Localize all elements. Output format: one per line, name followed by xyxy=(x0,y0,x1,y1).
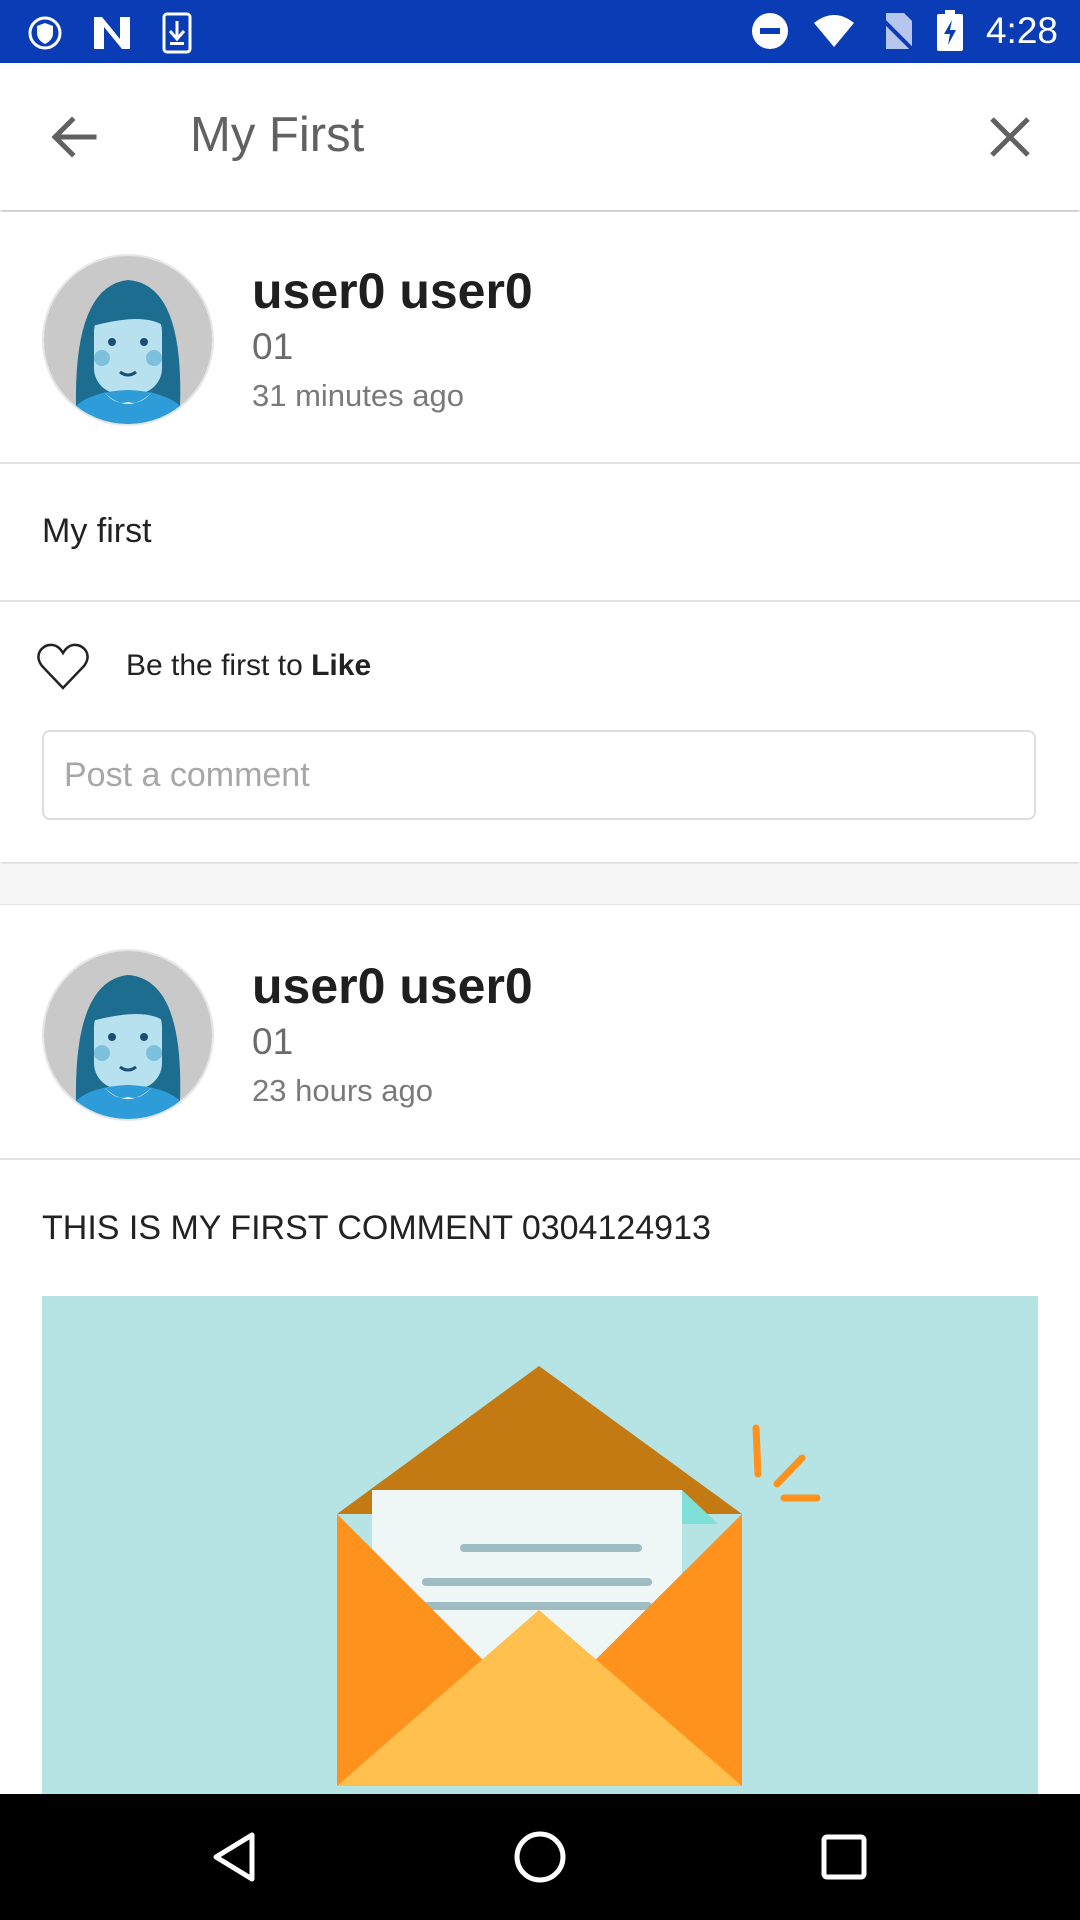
author-subtitle: 01 xyxy=(252,326,294,367)
user-avatar-icon xyxy=(44,951,212,1119)
n-notification-icon xyxy=(94,17,130,49)
like-prefix: Be the first to xyxy=(126,649,312,682)
download-icon xyxy=(162,12,192,54)
author-name[interactable]: user0 user0 xyxy=(252,262,533,320)
arrow-back-icon[interactable] xyxy=(44,107,104,167)
page-title: My First xyxy=(190,108,365,162)
app-bar: My First xyxy=(0,63,1080,210)
envelope-illustration-icon xyxy=(42,1296,1038,1796)
like-link[interactable]: Like xyxy=(311,649,371,682)
comment-timestamp: 23 hours ago xyxy=(252,1073,433,1108)
recents-square-icon[interactable] xyxy=(814,1827,874,1887)
comment-text: THIS IS MY FIRST COMMENT 0304124913 xyxy=(42,1209,711,1247)
post-text: My first xyxy=(42,512,152,550)
avatar[interactable] xyxy=(42,254,214,426)
author-name[interactable]: user0 user0 xyxy=(252,957,533,1015)
shield-icon xyxy=(28,16,62,50)
navigation-bar xyxy=(0,1794,1080,1920)
comment-input[interactable] xyxy=(42,730,1036,820)
wifi-icon xyxy=(813,15,854,47)
card-gap xyxy=(0,864,1080,904)
close-icon[interactable] xyxy=(980,107,1040,167)
post-timestamp: 31 minutes ago xyxy=(252,378,464,413)
comment-image[interactable] xyxy=(42,1296,1038,1796)
like-prompt[interactable]: Be the first to Like xyxy=(126,649,371,683)
home-circle-icon[interactable] xyxy=(510,1827,570,1887)
do-not-disturb-icon xyxy=(751,13,788,49)
divider xyxy=(0,600,1080,602)
no-sim-icon xyxy=(878,13,914,51)
battery-charging-icon xyxy=(936,10,963,51)
status-bar: 4:28 xyxy=(0,0,1080,63)
status-time: 4:28 xyxy=(985,10,1058,51)
author-subtitle: 01 xyxy=(252,1021,294,1062)
divider xyxy=(0,462,1080,464)
avatar[interactable] xyxy=(42,949,214,1121)
heart-icon[interactable] xyxy=(36,642,90,692)
post-card: user0 user0 01 31 minutes ago My first B… xyxy=(0,212,1080,862)
user-avatar-icon xyxy=(44,256,212,424)
divider xyxy=(0,1158,1080,1160)
back-triangle-icon[interactable] xyxy=(206,1827,266,1887)
